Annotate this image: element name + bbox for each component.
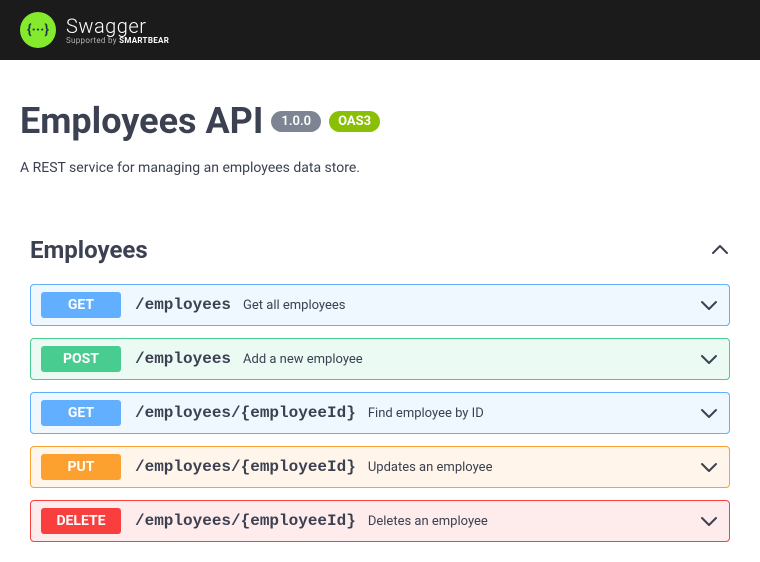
operation-summary: Deletes an employee [368, 514, 699, 529]
api-description: A REST service for managing an employees… [20, 160, 740, 176]
oas-badge: OAS3 [329, 111, 380, 132]
chevron-down-icon [699, 457, 719, 477]
operation-row[interactable]: POST/employees Add a new employee [30, 338, 730, 380]
chevron-up-icon [710, 240, 730, 260]
brand-text-group: Swagger Supported by SMARTBEAR [66, 15, 169, 46]
operation-row[interactable]: PUT/employees/{employeeId} Updates an emp… [30, 446, 730, 488]
brand-name: Swagger [66, 15, 169, 37]
api-title: Employees API [20, 100, 263, 142]
operation-row[interactable]: GET/employees Get all employees [30, 284, 730, 326]
method-badge: POST [41, 346, 121, 372]
tag-header[interactable]: Employees [30, 226, 730, 274]
operation-path: /employees [135, 350, 231, 368]
content-area: Employees API 1.0.0 OAS3 A REST service … [0, 60, 760, 562]
supported-prefix: Supported by [66, 36, 119, 45]
supported-brand: SMARTBEAR [119, 36, 169, 45]
operation-summary: Find employee by ID [368, 406, 699, 421]
chevron-down-icon [699, 511, 719, 531]
swagger-logo-icon: {···} [20, 12, 56, 48]
operation-summary: Get all employees [243, 298, 699, 313]
method-badge: PUT [41, 454, 121, 480]
chevron-down-icon [699, 349, 719, 369]
method-badge: GET [41, 292, 121, 318]
tag-title: Employees [30, 236, 148, 264]
operation-path: /employees/{employeeId} [135, 404, 356, 422]
operation-path: /employees/{employeeId} [135, 458, 356, 476]
operation-path: /employees [135, 296, 231, 314]
operation-summary: Add a new employee [243, 352, 699, 367]
operation-summary: Updates an employee [368, 460, 699, 475]
title-row: Employees API 1.0.0 OAS3 [20, 100, 740, 142]
version-badge: 1.0.0 [271, 111, 321, 132]
chevron-down-icon [699, 295, 719, 315]
brand-logo[interactable]: {···} Swagger Supported by SMARTBEAR [20, 12, 169, 48]
chevron-down-icon [699, 403, 719, 423]
method-badge: GET [41, 400, 121, 426]
operations-list: GET/employees Get all employees POST/emplo… [30, 284, 730, 542]
brand-subtext: Supported by SMARTBEAR [66, 37, 169, 46]
operation-path: /employees/{employeeId} [135, 512, 356, 530]
operation-row[interactable]: DELETE/employees/{employeeId} Deletes an … [30, 500, 730, 542]
app-header: {···} Swagger Supported by SMARTBEAR [0, 0, 760, 60]
tag-section: Employees GET/employees Get all employees… [20, 226, 740, 542]
operation-row[interactable]: GET/employees/{employeeId} Find employee … [30, 392, 730, 434]
method-badge: DELETE [41, 508, 121, 534]
